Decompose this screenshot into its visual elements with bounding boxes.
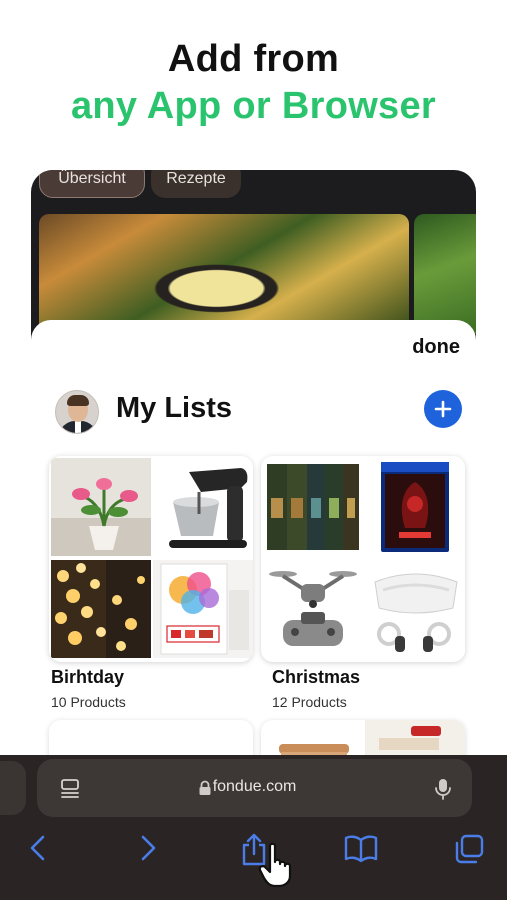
browser-toolbar: fondue.com (0, 755, 507, 900)
address-bar[interactable]: fondue.com (37, 759, 472, 817)
my-lists-sheet: done My Lists Birhtday 10 Products Chris… (31, 320, 476, 770)
mic-icon[interactable] (434, 777, 452, 801)
previous-tab-edge[interactable] (0, 761, 26, 815)
promo-headline: Add from any App or Browser (0, 36, 507, 130)
list-count-birthday: 10 Products (51, 694, 126, 710)
tabs-icon[interactable] (453, 833, 485, 865)
section-title: My Lists (116, 392, 233, 424)
list-card-birthday[interactable] (49, 456, 253, 662)
salad-hero-image (414, 214, 476, 334)
list-count-christmas: 12 Products (272, 694, 347, 710)
back-icon[interactable] (26, 833, 50, 863)
forward-icon[interactable] (136, 833, 160, 863)
fondue-hero-image (39, 214, 409, 334)
ps5-game-product-image (365, 458, 465, 556)
stand-mixer-product-image (153, 458, 253, 556)
bookmarks-icon[interactable] (344, 833, 378, 863)
plus-icon (434, 400, 452, 418)
pointing-hand-icon (258, 842, 292, 888)
app-screen: Übersicht Rezepte done My Lists Birhtday… (31, 170, 476, 770)
headline-line-2: any App or Browser (70, 85, 437, 127)
url-text[interactable]: fondue.com (37, 778, 472, 796)
flower-product-image (51, 458, 151, 556)
vr-headset-product-image (365, 560, 465, 658)
fairy-lights-product-image (51, 560, 151, 658)
tab-uebersicht[interactable]: Übersicht (39, 170, 145, 198)
done-button[interactable]: done (412, 336, 460, 359)
headline-line-1: Add from (167, 38, 340, 80)
avatar[interactable] (55, 390, 99, 434)
list-card-christmas[interactable] (261, 456, 465, 662)
drone-product-image (263, 560, 363, 658)
list-title-birthday: Birhtday (51, 667, 125, 687)
balloon-voucher-product-image (153, 560, 253, 658)
book-set-product-image (263, 458, 363, 556)
list-title-christmas: Christmas (272, 667, 361, 687)
add-list-button[interactable] (424, 390, 462, 428)
tab-rezepte[interactable]: Rezepte (151, 170, 241, 198)
